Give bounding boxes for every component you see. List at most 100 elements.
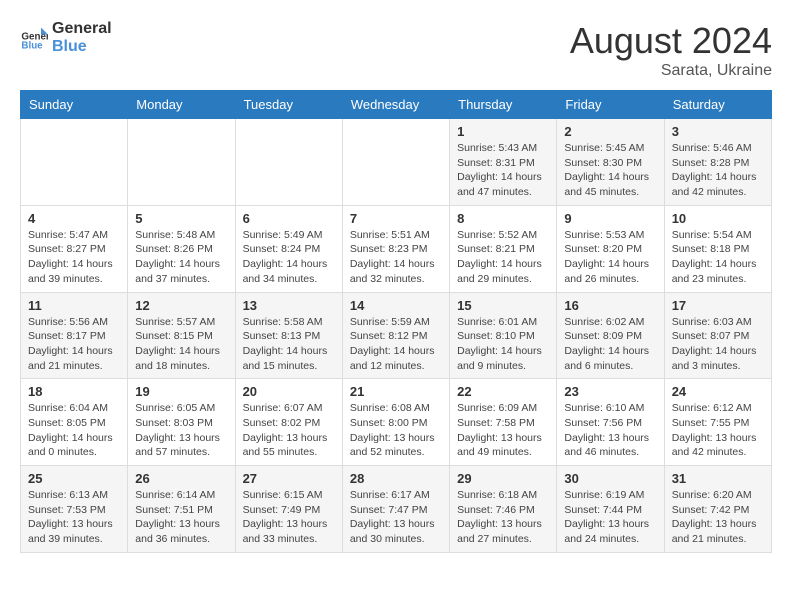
calendar-cell: 6 Sunrise: 5:49 AM Sunset: 8:24 PM Daylig… xyxy=(235,205,342,292)
day-info: Sunrise: 6:20 AM Sunset: 7:42 PM Dayligh… xyxy=(672,488,764,547)
weekday-header-saturday: Saturday xyxy=(664,91,771,119)
day-number: 15 xyxy=(457,298,549,313)
day-number: 23 xyxy=(564,384,656,399)
day-number: 3 xyxy=(672,124,764,139)
calendar-cell: 18 Sunrise: 6:04 AM Sunset: 8:05 PM Dayli… xyxy=(21,379,128,466)
calendar-cell: 9 Sunrise: 5:53 AM Sunset: 8:20 PM Daylig… xyxy=(557,205,664,292)
weekday-header-monday: Monday xyxy=(128,91,235,119)
title-block: August 2024 Sarata, Ukraine xyxy=(570,20,772,80)
day-number: 24 xyxy=(672,384,764,399)
day-info: Sunrise: 5:53 AM Sunset: 8:20 PM Dayligh… xyxy=(564,228,656,287)
day-number: 30 xyxy=(564,471,656,486)
weekday-header-friday: Friday xyxy=(557,91,664,119)
day-number: 1 xyxy=(457,124,549,139)
day-info: Sunrise: 5:59 AM Sunset: 8:12 PM Dayligh… xyxy=(350,315,442,374)
calendar-cell xyxy=(235,119,342,206)
calendar-cell: 19 Sunrise: 6:05 AM Sunset: 8:03 PM Dayli… xyxy=(128,379,235,466)
calendar-cell: 15 Sunrise: 6:01 AM Sunset: 8:10 PM Dayli… xyxy=(450,292,557,379)
day-number: 6 xyxy=(243,211,335,226)
calendar-week-2: 4 Sunrise: 5:47 AM Sunset: 8:27 PM Daylig… xyxy=(21,205,772,292)
day-number: 25 xyxy=(28,471,120,486)
calendar-table: SundayMondayTuesdayWednesdayThursdayFrid… xyxy=(20,90,772,553)
day-info: Sunrise: 5:49 AM Sunset: 8:24 PM Dayligh… xyxy=(243,228,335,287)
day-number: 7 xyxy=(350,211,442,226)
calendar-week-3: 11Sunrise: 5:56 AM Sunset: 8:17 PM Dayli… xyxy=(21,292,772,379)
day-number: 10 xyxy=(672,211,764,226)
day-info: Sunrise: 6:03 AM Sunset: 8:07 PM Dayligh… xyxy=(672,315,764,374)
month-year: August 2024 xyxy=(570,20,772,62)
calendar-cell: 31 Sunrise: 6:20 AM Sunset: 7:42 PM Dayli… xyxy=(664,466,771,553)
day-info: Sunrise: 6:19 AM Sunset: 7:44 PM Dayligh… xyxy=(564,488,656,547)
day-number: 8 xyxy=(457,211,549,226)
day-number: 19 xyxy=(135,384,227,399)
calendar-cell: 23 Sunrise: 6:10 AM Sunset: 7:56 PM Dayli… xyxy=(557,379,664,466)
calendar-cell xyxy=(21,119,128,206)
calendar-cell: 16Sunrise: 6:02 AM Sunset: 8:09 PM Dayli… xyxy=(557,292,664,379)
day-number: 9 xyxy=(564,211,656,226)
day-number: 26 xyxy=(135,471,227,486)
calendar-cell xyxy=(342,119,449,206)
calendar-cell: 11Sunrise: 5:56 AM Sunset: 8:17 PM Dayli… xyxy=(21,292,128,379)
calendar-cell: 29Sunrise: 6:18 AM Sunset: 7:46 PM Dayli… xyxy=(450,466,557,553)
weekday-header-tuesday: Tuesday xyxy=(235,91,342,119)
calendar-cell: 30 Sunrise: 6:19 AM Sunset: 7:44 PM Dayli… xyxy=(557,466,664,553)
calendar-cell: 17 Sunrise: 6:03 AM Sunset: 8:07 PM Dayli… xyxy=(664,292,771,379)
day-info: Sunrise: 6:17 AM Sunset: 7:47 PM Dayligh… xyxy=(350,488,442,547)
weekday-header-thursday: Thursday xyxy=(450,91,557,119)
weekday-header-wednesday: Wednesday xyxy=(342,91,449,119)
day-number: 12 xyxy=(135,298,227,313)
calendar-cell: 3 Sunrise: 5:46 AM Sunset: 8:28 PM Daylig… xyxy=(664,119,771,206)
calendar-cell: 14 Sunrise: 5:59 AM Sunset: 8:12 PM Dayli… xyxy=(342,292,449,379)
calendar-cell: 24 Sunrise: 6:12 AM Sunset: 7:55 PM Dayli… xyxy=(664,379,771,466)
day-info: Sunrise: 5:56 AM Sunset: 8:17 PM Dayligh… xyxy=(28,315,120,374)
day-info: Sunrise: 5:52 AM Sunset: 8:21 PM Dayligh… xyxy=(457,228,549,287)
calendar-cell: 8 Sunrise: 5:52 AM Sunset: 8:21 PM Daylig… xyxy=(450,205,557,292)
calendar-cell: 26 Sunrise: 6:14 AM Sunset: 7:51 PM Dayli… xyxy=(128,466,235,553)
day-info: Sunrise: 5:58 AM Sunset: 8:13 PM Dayligh… xyxy=(243,315,335,374)
calendar-cell: 20Sunrise: 6:07 AM Sunset: 8:02 PM Dayli… xyxy=(235,379,342,466)
weekday-header-row: SundayMondayTuesdayWednesdayThursdayFrid… xyxy=(21,91,772,119)
calendar-cell: 10Sunrise: 5:54 AM Sunset: 8:18 PM Dayli… xyxy=(664,205,771,292)
day-info: Sunrise: 6:14 AM Sunset: 7:51 PM Dayligh… xyxy=(135,488,227,547)
day-info: Sunrise: 5:48 AM Sunset: 8:26 PM Dayligh… xyxy=(135,228,227,287)
calendar-cell: 4 Sunrise: 5:47 AM Sunset: 8:27 PM Daylig… xyxy=(21,205,128,292)
day-info: Sunrise: 5:46 AM Sunset: 8:28 PM Dayligh… xyxy=(672,141,764,200)
page-header: General Blue General Blue August 2024 Sa… xyxy=(20,20,772,80)
calendar-cell: 25Sunrise: 6:13 AM Sunset: 7:53 PM Dayli… xyxy=(21,466,128,553)
logo-general: General xyxy=(52,20,112,38)
day-number: 5 xyxy=(135,211,227,226)
calendar-cell: 12 Sunrise: 5:57 AM Sunset: 8:15 PM Dayli… xyxy=(128,292,235,379)
day-info: Sunrise: 6:12 AM Sunset: 7:55 PM Dayligh… xyxy=(672,401,764,460)
day-info: Sunrise: 5:45 AM Sunset: 8:30 PM Dayligh… xyxy=(564,141,656,200)
calendar-week-5: 25Sunrise: 6:13 AM Sunset: 7:53 PM Dayli… xyxy=(21,466,772,553)
day-info: Sunrise: 6:18 AM Sunset: 7:46 PM Dayligh… xyxy=(457,488,549,547)
calendar-cell: 22 Sunrise: 6:09 AM Sunset: 7:58 PM Dayli… xyxy=(450,379,557,466)
day-info: Sunrise: 6:10 AM Sunset: 7:56 PM Dayligh… xyxy=(564,401,656,460)
day-number: 14 xyxy=(350,298,442,313)
day-number: 17 xyxy=(672,298,764,313)
day-info: Sunrise: 6:05 AM Sunset: 8:03 PM Dayligh… xyxy=(135,401,227,460)
calendar-cell: 27Sunrise: 6:15 AM Sunset: 7:49 PM Dayli… xyxy=(235,466,342,553)
day-number: 18 xyxy=(28,384,120,399)
calendar-cell: 21Sunrise: 6:08 AM Sunset: 8:00 PM Dayli… xyxy=(342,379,449,466)
day-number: 4 xyxy=(28,211,120,226)
day-number: 16 xyxy=(564,298,656,313)
calendar-cell: 13 Sunrise: 5:58 AM Sunset: 8:13 PM Dayli… xyxy=(235,292,342,379)
day-info: Sunrise: 6:07 AM Sunset: 8:02 PM Dayligh… xyxy=(243,401,335,460)
day-info: Sunrise: 5:51 AM Sunset: 8:23 PM Dayligh… xyxy=(350,228,442,287)
day-info: Sunrise: 6:08 AM Sunset: 8:00 PM Dayligh… xyxy=(350,401,442,460)
day-info: Sunrise: 5:57 AM Sunset: 8:15 PM Dayligh… xyxy=(135,315,227,374)
day-info: Sunrise: 5:47 AM Sunset: 8:27 PM Dayligh… xyxy=(28,228,120,287)
day-number: 28 xyxy=(350,471,442,486)
calendar-week-1: 1Sunrise: 5:43 AM Sunset: 8:31 PM Daylig… xyxy=(21,119,772,206)
calendar-week-4: 18 Sunrise: 6:04 AM Sunset: 8:05 PM Dayli… xyxy=(21,379,772,466)
day-info: Sunrise: 6:09 AM Sunset: 7:58 PM Dayligh… xyxy=(457,401,549,460)
calendar-cell: 5 Sunrise: 5:48 AM Sunset: 8:26 PM Daylig… xyxy=(128,205,235,292)
day-info: Sunrise: 6:01 AM Sunset: 8:10 PM Dayligh… xyxy=(457,315,549,374)
day-number: 22 xyxy=(457,384,549,399)
svg-text:Blue: Blue xyxy=(21,41,43,52)
day-number: 31 xyxy=(672,471,764,486)
day-number: 13 xyxy=(243,298,335,313)
calendar-cell xyxy=(128,119,235,206)
day-info: Sunrise: 6:04 AM Sunset: 8:05 PM Dayligh… xyxy=(28,401,120,460)
